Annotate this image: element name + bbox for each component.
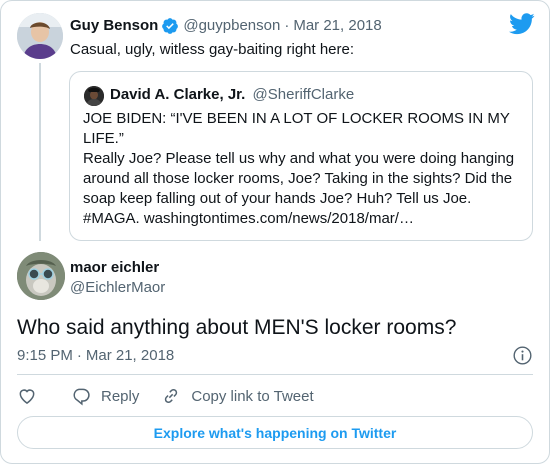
parent-author-name[interactable]: Guy Benson <box>70 16 158 36</box>
heart-icon <box>19 389 35 404</box>
divider <box>17 374 533 375</box>
profile-photo-icon <box>84 86 104 106</box>
info-icon[interactable] <box>512 345 533 366</box>
tweet-timestamp[interactable]: 9:15 PM · Mar 21, 2018 <box>17 346 174 366</box>
reply-label: Reply <box>101 387 140 405</box>
copy-link-button[interactable]: Copy link to Tweet <box>161 386 314 406</box>
separator-dot: · <box>76 347 82 364</box>
reply-button[interactable]: Reply <box>71 386 139 406</box>
link-icon <box>165 388 178 404</box>
quoted-author-handle: @SheriffClarke <box>252 86 355 103</box>
david-clarke-avatar <box>84 86 104 106</box>
separator-dot: · <box>284 17 290 34</box>
guy-benson-avatar[interactable] <box>17 13 63 59</box>
quoted-tweet-line: Really Joe? Please tell us why and what … <box>83 150 515 227</box>
twitter-bird-icon[interactable] <box>509 13 535 35</box>
tweet-embed-card: Guy Benson @guypbenson · Mar 21, 2018 Ca… <box>0 0 550 464</box>
copy-link-label: Copy link to Tweet <box>191 387 314 405</box>
tweet-actions: Reply Copy link to Tweet <box>17 385 314 407</box>
reply-tweet-text: Who said anything about MEN'S locker roo… <box>17 316 457 339</box>
reply-icon <box>73 388 90 406</box>
maor-eichler-avatar[interactable] <box>17 252 65 300</box>
profile-photo-icon <box>17 13 63 59</box>
reply-author-handle[interactable]: @EichlerMaor <box>70 278 165 298</box>
quoted-tweet-text: JOE BIDEN: “I'VE BEEN IN A LOT OF LOCKER… <box>83 109 523 229</box>
parent-tweet-text: Casual, ugly, witless gay-baiting right … <box>70 41 355 58</box>
reply-author-name[interactable]: maor eichler <box>70 258 159 278</box>
parent-author-handle[interactable]: @guypbenson <box>183 16 280 36</box>
quoted-tweet-header: David A. Clarke, Jr. @SheriffClarke <box>110 85 354 105</box>
parent-tweet-header: Guy Benson @guypbenson · Mar 21, 2018 <box>70 16 382 36</box>
quoted-tweet-line: JOE BIDEN: “I'VE BEEN IN A LOT OF LOCKER… <box>83 110 510 147</box>
quoted-author-name: David A. Clarke, Jr. <box>110 86 246 103</box>
tweet-date: Mar 21, 2018 <box>85 347 175 364</box>
parent-tweet-date[interactable]: Mar 21, 2018 <box>293 16 381 36</box>
verified-badge-icon <box>162 18 179 34</box>
thread-connector-line <box>39 63 41 241</box>
quoted-tweet[interactable]: David A. Clarke, Jr. @SheriffClarke JOE … <box>69 71 533 241</box>
tweet-time: 9:15 PM <box>17 347 73 364</box>
profile-photo-icon <box>17 252 65 300</box>
like-button[interactable] <box>17 386 37 406</box>
explore-twitter-button[interactable]: Explore what's happening on Twitter <box>17 416 533 449</box>
